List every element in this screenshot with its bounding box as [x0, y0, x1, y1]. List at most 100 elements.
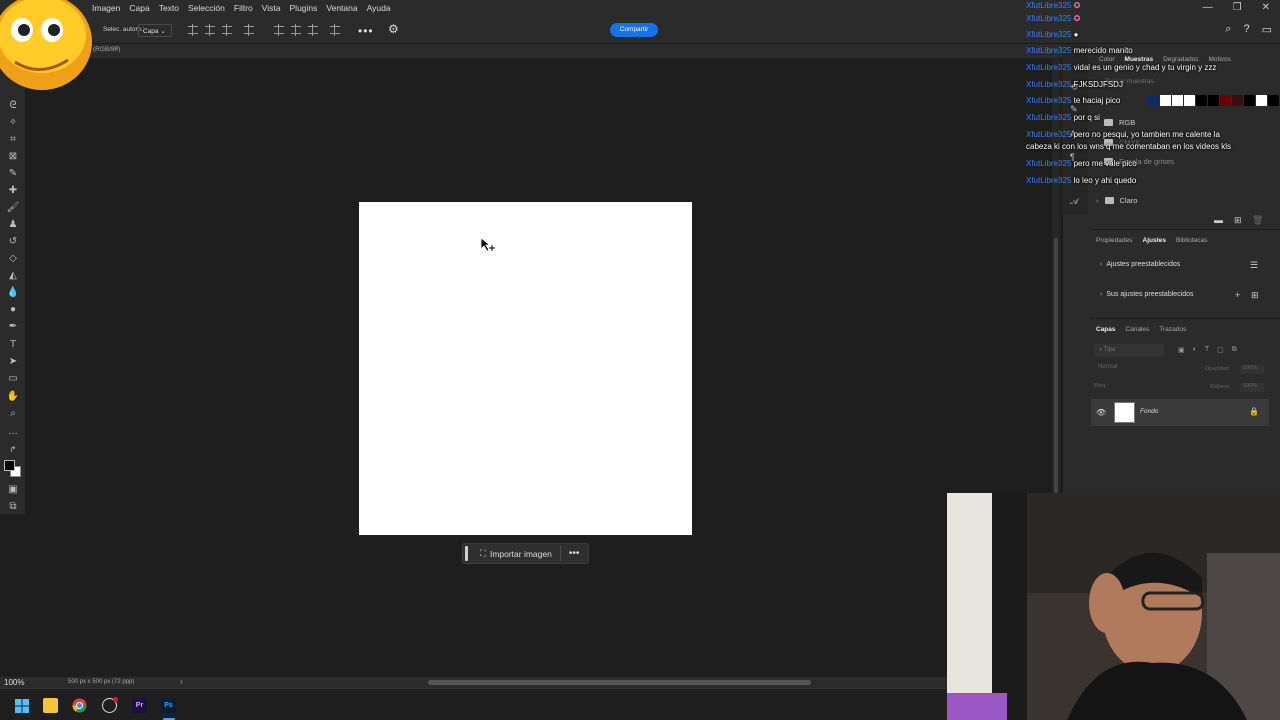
zoom-level[interactable]: 100% [4, 678, 24, 687]
distribute-icon[interactable] [244, 24, 254, 36]
chat-username: XfutLibre325 [1026, 30, 1072, 39]
color-swatches[interactable] [4, 460, 22, 478]
align-bottom-icon[interactable] [308, 24, 318, 36]
more-tools-icon[interactable]: … [6, 424, 20, 438]
lock-icon[interactable]: 🔒 [1249, 407, 1259, 416]
layers-filter-input[interactable]: ⌕ Tipo [1094, 344, 1164, 357]
import-image-button[interactable]: ⛶ Importar imagen [480, 548, 552, 559]
stamp-tool-icon[interactable]: ♟ [6, 217, 20, 231]
gear-icon[interactable]: ⚙ [388, 22, 399, 36]
screen-mode-icon[interactable]: ⧉ [6, 499, 20, 513]
hand-tool-icon[interactable]: ✋ [6, 389, 20, 403]
photoshop-icon[interactable]: Ps [161, 698, 176, 713]
taskbar: Pr Ps [0, 688, 947, 720]
badge-icon: ● [1073, 30, 1079, 39]
layer-filter-icons: ▣ ◐ T ▢ ⧉ [1178, 346, 1237, 354]
menu-filtro[interactable]: Filtro [234, 3, 253, 13]
quick-mask-icon[interactable]: ▣ [6, 482, 20, 496]
swap-colors-icon[interactable]: ↱ [6, 442, 20, 456]
tab-ajustes[interactable]: Ajustes [1143, 237, 1166, 244]
menu-ventana[interactable]: Ventana [326, 3, 357, 13]
rectangle-tool-icon[interactable]: ▭ [6, 371, 20, 385]
eyedropper-icon[interactable]: ✎ [6, 166, 20, 180]
new-swatch-icon[interactable]: ⊞ [1234, 215, 1242, 226]
more-options-icon[interactable]: ••• [358, 24, 374, 38]
filter-shape-icon[interactable]: ▢ [1217, 346, 1224, 354]
align-left-icon[interactable] [188, 24, 198, 36]
dodge-tool-icon[interactable]: ● [6, 302, 20, 316]
more-options-icon[interactable]: ••• [569, 548, 580, 559]
eye-icon[interactable]: 👁 [1096, 408, 1106, 417]
swatch-folder-claro[interactable]: › Claro [1096, 196, 1137, 205]
layer-row[interactable]: 👁 Fondo 🔒 [1091, 399, 1269, 426]
crop-tool-icon[interactable]: ⌗ [6, 132, 20, 146]
emoji-face-image [0, 0, 100, 100]
blend-mode-dropdown[interactable]: Normal [1094, 364, 1164, 375]
chrome-icon[interactable] [72, 698, 87, 713]
chat-message: XfutLibre325 lo leo y ahi quedo [1026, 175, 1280, 187]
filter-smart-icon[interactable]: ⧉ [1232, 346, 1237, 354]
foreground-color[interactable] [4, 460, 15, 471]
chat-username: XfutLibre325 [1026, 46, 1072, 55]
filter-type-icon[interactable]: T [1205, 346, 1209, 354]
fill-field[interactable]: 100% [1240, 383, 1264, 392]
lasso-tool-icon[interactable]: ᘓ [6, 98, 20, 112]
blur-tool-icon[interactable]: 💧 [6, 285, 20, 299]
tab-canales[interactable]: Canales [1126, 326, 1150, 333]
contextual-task-bar: ⛶ Importar imagen ••• [462, 543, 589, 564]
menu-seleccion[interactable]: Selección [188, 3, 225, 13]
delete-icon[interactable]: 🗑 [1252, 215, 1263, 226]
opacity-field[interactable]: 100% [1240, 365, 1264, 374]
chat-username: XfutLibre325 [1026, 1, 1072, 10]
glyphs-icon[interactable]: 𝒜 [1070, 196, 1079, 207]
align-right-icon[interactable] [222, 24, 232, 36]
healing-brush-icon[interactable]: ✚ [6, 183, 20, 197]
share-button[interactable]: Compartir [610, 23, 658, 37]
align-center-icon[interactable] [205, 24, 215, 36]
history-brush-icon[interactable]: ↺ [6, 234, 20, 248]
premiere-icon[interactable]: Pr [132, 698, 147, 713]
adjust-presets-item[interactable]: › Ajustes preestablecidos [1100, 261, 1180, 268]
pen-tool-icon[interactable]: ✒ [6, 319, 20, 333]
tab-propiedades[interactable]: Propiedades [1096, 237, 1133, 244]
list-view-icon[interactable]: ☰ [1250, 260, 1258, 271]
grid-view-icon[interactable]: ⊞ [1251, 290, 1259, 301]
tab-trazados[interactable]: Trazados [1159, 326, 1186, 333]
drag-handle[interactable] [465, 546, 468, 561]
folder-label: Claro [1119, 196, 1138, 205]
frame-tool-icon[interactable]: ⊠ [6, 149, 20, 163]
zoom-tool-icon[interactable]: ⌕ [6, 406, 20, 420]
magic-wand-icon[interactable]: ✧ [6, 115, 20, 129]
chevron-right-icon[interactable]: › [180, 677, 183, 686]
add-icon[interactable]: + [1235, 290, 1240, 300]
your-presets-item[interactable]: › Sus ajustes preestablecidos [1100, 291, 1194, 298]
paint-bucket-icon[interactable]: ◭ [6, 268, 20, 282]
align-top-icon[interactable] [274, 24, 284, 36]
chat-message: XfutLibre325 pero no pesqui, yo tambien … [1026, 129, 1280, 141]
document-canvas[interactable] [359, 202, 692, 535]
file-explorer-icon[interactable] [43, 698, 58, 713]
type-tool-icon[interactable]: T [6, 337, 20, 351]
layer-name[interactable]: Fondo [1140, 408, 1158, 415]
eraser-tool-icon[interactable]: ◇ [6, 251, 20, 265]
filter-adjust-icon[interactable]: ◐ [1193, 346, 1197, 354]
distribute-vertical-icon[interactable] [330, 24, 340, 36]
menu-texto[interactable]: Texto [159, 3, 179, 13]
menu-ayuda[interactable]: Ayuda [367, 3, 391, 13]
brush-tool-icon[interactable]: 🖌 [6, 200, 20, 214]
close-tab-icon[interactable]: × [114, 45, 118, 52]
menu-capa[interactable]: Capa [129, 3, 149, 13]
windows-start-icon[interactable] [14, 698, 29, 713]
badge-icon: ✪ [1073, 1, 1081, 10]
path-selection-icon[interactable]: ➤ [6, 354, 20, 368]
filter-pixel-icon[interactable]: ▣ [1178, 346, 1185, 354]
menu-vista[interactable]: Vista [262, 3, 281, 13]
tab-capas[interactable]: Capas [1096, 326, 1116, 333]
horizontal-scrollbar[interactable] [428, 680, 811, 685]
auto-select-target-dropdown[interactable]: Capa ⌄ [138, 24, 172, 37]
align-middle-icon[interactable] [291, 24, 301, 36]
new-group-icon[interactable]: ▬ [1214, 215, 1223, 225]
tab-bibliotecas[interactable]: Bibliotecas [1176, 237, 1207, 244]
menu-plugins[interactable]: Plugins [290, 3, 318, 13]
chat-message: XfutLibre325 te haciaj pico [1026, 95, 1280, 107]
